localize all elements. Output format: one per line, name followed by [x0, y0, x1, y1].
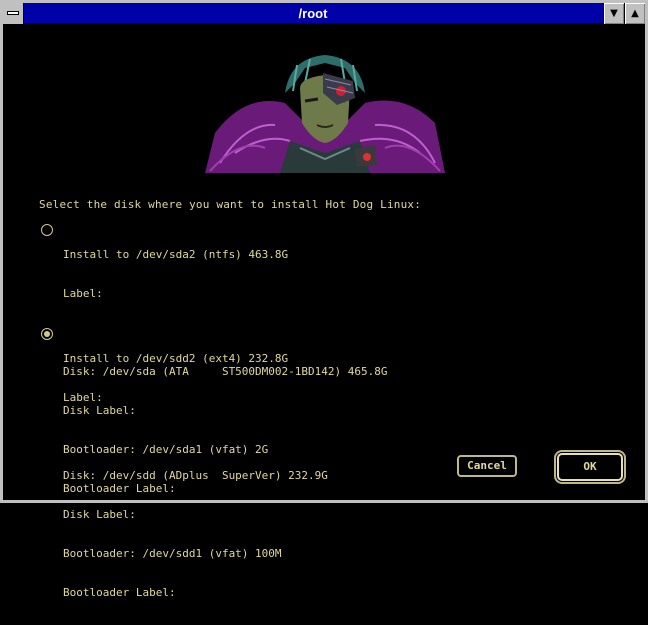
option-bootloader: Bootloader: /dev/sdd1 (vfat) 100M — [63, 547, 282, 560]
option-title: Install to /dev/sdd2 (ext4) 232.8G — [63, 352, 289, 365]
option-disk: Disk: /dev/sdd (ADplus SuperVer) 232.9G — [63, 469, 328, 482]
radio-button-sda2[interactable] — [41, 224, 53, 236]
option-label: Label: — [63, 287, 103, 300]
installer-window: /root ▼ ▲ Select the disk where you want… — [0, 0, 648, 599]
window-title: /root — [298, 6, 328, 21]
title-bar[interactable]: /root ▼ ▲ — [3, 3, 645, 24]
maximize-button[interactable]: ▲ — [624, 3, 645, 24]
option-disk-label: Disk Label: — [63, 508, 136, 521]
option-label: Label: — [63, 391, 103, 404]
option-bootloader-label: Bootloader Label: — [63, 586, 176, 599]
hot-dog-linux-banner-image — [205, 53, 445, 173]
option-details: Install to /dev/sdd2 (ext4) 232.8G Label… — [63, 326, 623, 625]
radio-button-sdd2[interactable] — [41, 328, 53, 340]
disk-selection-prompt: Select the disk where you want to instal… — [39, 198, 422, 211]
option-title: Install to /dev/sda2 (ntfs) 463.8G — [63, 248, 289, 261]
minimize-button[interactable]: ▼ — [603, 3, 624, 24]
option-spacer — [63, 430, 623, 443]
cancel-button[interactable]: Cancel — [457, 455, 517, 477]
window-content: Select the disk where you want to instal… — [3, 25, 645, 599]
system-menu-icon[interactable] — [3, 3, 24, 24]
ok-button[interactable]: OK — [557, 453, 623, 481]
radio-selected-dot — [44, 331, 50, 337]
